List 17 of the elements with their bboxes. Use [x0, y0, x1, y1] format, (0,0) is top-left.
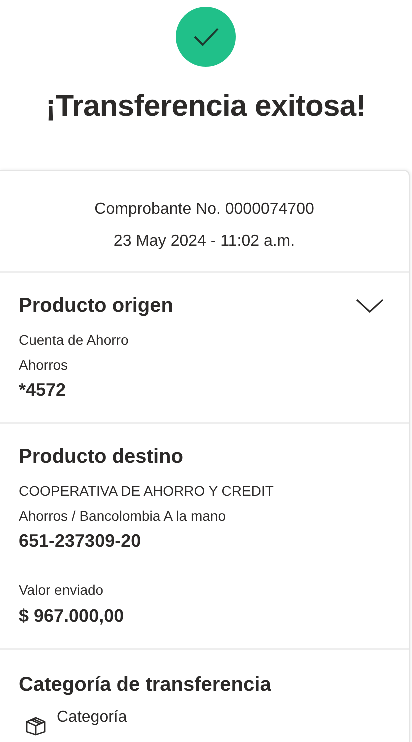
chevron-down-icon[interactable] [356, 298, 384, 314]
account-number: *4572 [19, 379, 68, 402]
receipt-datetime: 23 May 2024 - 11:02 a.m. [114, 232, 296, 252]
category-label: Categoría [57, 708, 128, 728]
success-check-icon [176, 7, 236, 67]
amount-value: $ 967.000,00 [19, 605, 126, 628]
section-title: Categoría de transferencia [19, 673, 272, 698]
section-title: Producto destino [19, 445, 184, 470]
product-detail: Ahorros / Bancolombia A la mano [19, 507, 228, 525]
success-title: ¡Transferencia exitosa! [46, 89, 366, 125]
receipt-number: Comprobante No. 0000074700 [94, 200, 314, 220]
account-number: 651-237309-20 [19, 530, 142, 553]
section-title: Producto origen [19, 294, 174, 319]
product-detail: COOPERATIVA DE AHORRO Y CREDIT [19, 482, 275, 500]
product-detail: Cuenta de Ahorro [19, 331, 130, 349]
product-detail: Ahorros [19, 356, 70, 374]
amount-label: Valor enviado [19, 581, 105, 599]
